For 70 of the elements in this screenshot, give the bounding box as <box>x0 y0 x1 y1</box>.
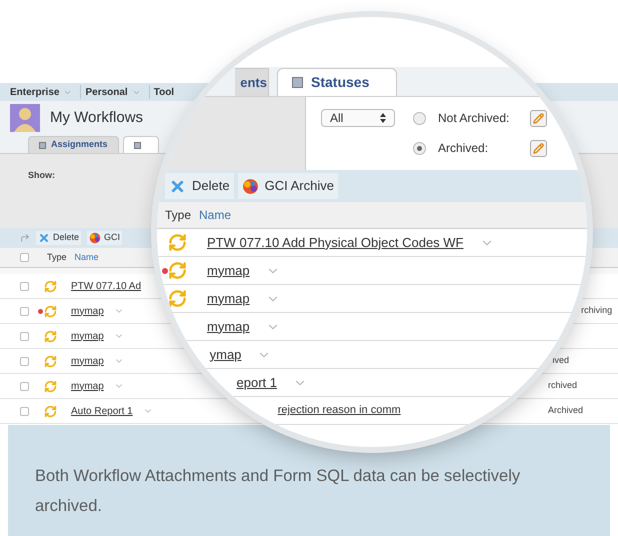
filter-select[interactable]: All <box>321 109 395 127</box>
toolbar-button[interactable]: Delete <box>36 231 82 245</box>
workflow-link[interactable]: Auto Report 1 <box>71 404 133 418</box>
avatar-icon <box>10 104 40 132</box>
radio-label: Archived: <box>438 140 490 157</box>
row-checkbox[interactable] <box>20 356 29 366</box>
square-icon <box>134 142 141 148</box>
row-checkbox[interactable] <box>20 282 29 290</box>
row-checkbox[interactable] <box>20 406 29 416</box>
circular-arrows-icon <box>44 280 57 292</box>
workflow-link[interactable]: mymap <box>207 316 250 336</box>
workflow-link[interactable]: mymap <box>71 328 104 344</box>
menu-item[interactable]: Enterprise <box>10 84 60 100</box>
toolbar-button[interactable]: Delete <box>165 173 234 199</box>
status-text: rchived <box>548 379 578 392</box>
row-checkbox[interactable] <box>20 382 29 390</box>
row-checkbox[interactable] <box>20 332 29 340</box>
circular-arrows-icon <box>44 404 57 418</box>
edit-button[interactable] <box>530 110 547 126</box>
circular-arrows-icon <box>44 354 57 368</box>
tab[interactable]: Statuses <box>277 68 397 96</box>
circular-arrows-icon <box>44 304 57 318</box>
toolbar-button[interactable]: GCI Archive <box>238 173 338 199</box>
workflow-link[interactable]: mymap <box>71 304 104 318</box>
radio-button[interactable] <box>413 142 426 154</box>
workflow-link[interactable]: eport 1 <box>236 372 278 392</box>
workflow-link[interactable]: rejection reason in comm <box>278 402 401 419</box>
status-text: ived <box>552 354 569 368</box>
circular-arrows-icon <box>168 289 187 308</box>
arrow-icon[interactable] <box>20 233 30 243</box>
square-icon <box>292 77 303 88</box>
circular-arrows-icon <box>44 380 57 392</box>
toolbar-button[interactable]: GCI <box>87 231 122 245</box>
workflow-link[interactable]: mymap <box>207 260 250 280</box>
circular-arrows-icon <box>168 233 187 252</box>
edit-button[interactable] <box>530 140 547 156</box>
tab[interactable]: Assignments <box>28 136 119 153</box>
caption-text: Both Workflow Attachments and Form SQL data can be selectively archived. <box>35 466 522 517</box>
colorful-blob-icon <box>242 178 259 194</box>
tab[interactable] <box>122 136 159 153</box>
status-text: Archived <box>548 404 584 418</box>
close-icon <box>169 178 186 194</box>
workflow-link[interactable]: mymap <box>207 288 250 308</box>
column-header: Type <box>165 207 192 224</box>
workflow-link[interactable]: PTW 077.10 Ad <box>71 278 142 294</box>
close-icon <box>38 232 50 244</box>
column-header[interactable]: Name <box>74 250 99 264</box>
status-text: rchiving <box>581 304 612 318</box>
workflow-link[interactable]: mymap <box>71 354 104 368</box>
show-label: Show: <box>28 170 55 180</box>
workflow-link[interactable]: PTW 077.10 Add Physical Object Codes WF <box>207 232 464 252</box>
column-header: Type <box>47 250 67 264</box>
header-checkbox[interactable] <box>20 253 29 262</box>
workflow-link[interactable]: mymap <box>71 378 104 394</box>
radio-button[interactable] <box>413 112 426 124</box>
menu-item[interactable]: Personal <box>85 84 128 100</box>
row-checkbox[interactable] <box>20 306 29 316</box>
updown-icon <box>380 113 386 123</box>
workflow-link[interactable]: ymap <box>210 344 242 364</box>
page-title: My Workflows <box>50 108 144 128</box>
square-icon <box>39 142 46 148</box>
pencil-icon <box>533 112 544 124</box>
tab[interactable]: ents <box>235 68 269 96</box>
column-header[interactable]: Name <box>199 206 232 224</box>
pencil-icon <box>533 142 544 154</box>
radio-label: Not Archived: <box>438 110 510 127</box>
menu-item[interactable]: Tool <box>154 84 174 100</box>
circular-arrows-icon <box>168 261 187 280</box>
circular-arrows-icon <box>44 330 57 342</box>
colorful-blob-icon <box>89 232 102 244</box>
